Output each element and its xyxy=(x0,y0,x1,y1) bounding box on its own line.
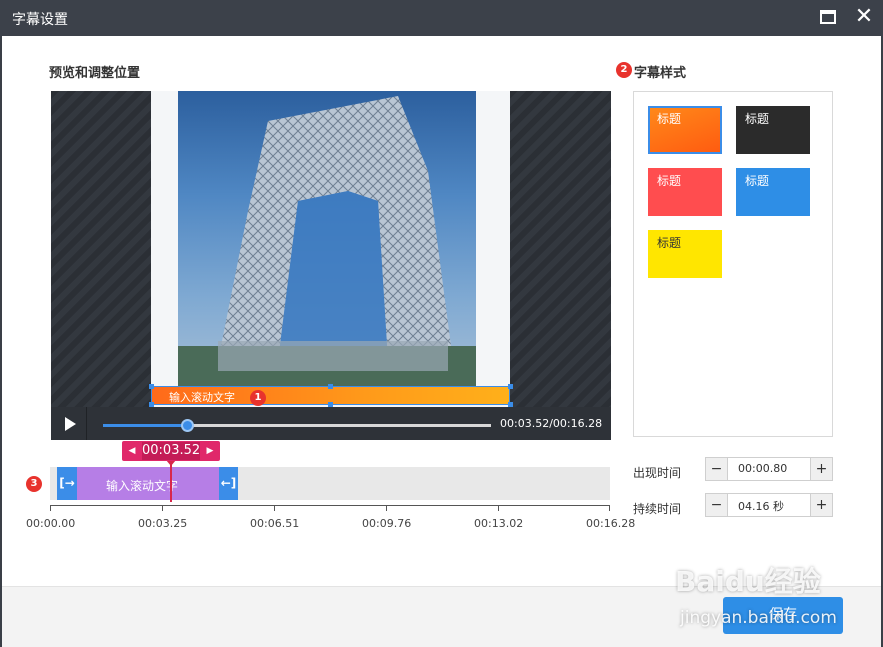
ruler-tick-label: 00:13.02 xyxy=(474,517,524,530)
subtitle-clip-text: 输入滚动文字 xyxy=(106,479,179,493)
watermark-logo: Baidu经验 xyxy=(675,565,821,598)
playhead[interactable] xyxy=(170,460,172,502)
style-swatch-label: 标题 xyxy=(745,112,770,126)
annotation-marker: 3 xyxy=(26,476,42,492)
window-title: 字幕设置 xyxy=(12,12,68,28)
style-swatch-label: 标题 xyxy=(657,174,682,188)
seek-bar-progress xyxy=(103,424,187,427)
ruler-tick-label: 00:09.76 xyxy=(362,517,412,530)
time-ruler xyxy=(50,505,610,506)
clip-end-handle[interactable]: ←] xyxy=(219,467,238,500)
ruler-tick-label: 00:00.00 xyxy=(26,517,76,530)
style-swatch-orange[interactable]: 标题 xyxy=(648,106,722,154)
appear-time-input[interactable]: 00:00.80 xyxy=(738,462,787,475)
play-button[interactable] xyxy=(51,407,87,440)
ruler-tick-label: 00:03.25 xyxy=(138,517,188,530)
maximize-icon[interactable] xyxy=(820,10,836,24)
style-swatch-red[interactable]: 标题 xyxy=(648,168,722,216)
annotation-marker: 2 xyxy=(616,62,632,78)
seek-knob[interactable] xyxy=(180,419,194,432)
ruler-tick xyxy=(162,505,163,511)
current-time-box: ◀ 00:03.52 ▶ xyxy=(122,441,220,461)
ruler-tick xyxy=(498,505,499,511)
style-swatch-blue[interactable]: 标题 xyxy=(736,168,810,216)
style-swatch-label: 标题 xyxy=(657,112,682,126)
preview-section-title: 预览和调整位置 xyxy=(49,66,141,81)
duration-label: 持续时间 xyxy=(633,502,682,516)
styles-section-title: 字幕样式 xyxy=(634,66,687,81)
appear-time-stepper: − 00:00.80 + xyxy=(705,457,833,481)
seek-bar[interactable] xyxy=(103,419,491,432)
style-swatch-label: 标题 xyxy=(745,174,770,188)
appear-time-label: 出现时间 xyxy=(633,466,682,480)
ruler-tick xyxy=(274,505,275,511)
resize-handle[interactable] xyxy=(508,384,513,389)
duration-decrement-button[interactable]: − xyxy=(706,494,728,516)
annotation-marker: 1 xyxy=(250,390,266,406)
appear-time-increment-button[interactable]: + xyxy=(810,458,832,480)
ruler-tick xyxy=(609,505,610,511)
preview-image xyxy=(178,91,476,386)
style-swatch-black[interactable]: 标题 xyxy=(736,106,810,154)
ruler-tick-label: 00:06.51 xyxy=(250,517,300,530)
ruler-tick xyxy=(386,505,387,511)
ruler-tick-label: 00:16.28 xyxy=(586,517,636,530)
step-back-icon[interactable]: ◀ xyxy=(124,441,140,461)
subtitle-overlay-text: 输入滚动文字 xyxy=(169,391,235,404)
current-time-value: 00:03.52 xyxy=(142,442,201,460)
watermark-url: jingyan.baidu.com xyxy=(680,608,837,628)
step-forward-icon[interactable]: ▶ xyxy=(202,441,218,461)
player-controls: 00:03.52/00:16.28 xyxy=(51,407,611,440)
ruler-tick xyxy=(50,505,51,511)
duration-stepper: − 04.16 秒 + xyxy=(705,493,833,517)
duration-input[interactable]: 04.16 秒 xyxy=(738,498,784,514)
clip-start-handle[interactable]: [→ xyxy=(57,467,77,500)
building-illustration xyxy=(178,96,476,386)
appear-time-decrement-button[interactable]: − xyxy=(706,458,728,480)
resize-handle[interactable] xyxy=(328,384,333,389)
style-swatch-label: 标题 xyxy=(657,236,682,250)
close-icon[interactable]: ✕ xyxy=(852,5,876,29)
duration-increment-button[interactable]: + xyxy=(810,494,832,516)
resize-handle[interactable] xyxy=(149,384,154,389)
style-swatch-yellow[interactable]: 标题 xyxy=(648,230,722,278)
title-bar: 字幕设置 ✕ xyxy=(0,0,883,36)
time-readout: 00:03.52/00:16.28 xyxy=(500,417,603,430)
